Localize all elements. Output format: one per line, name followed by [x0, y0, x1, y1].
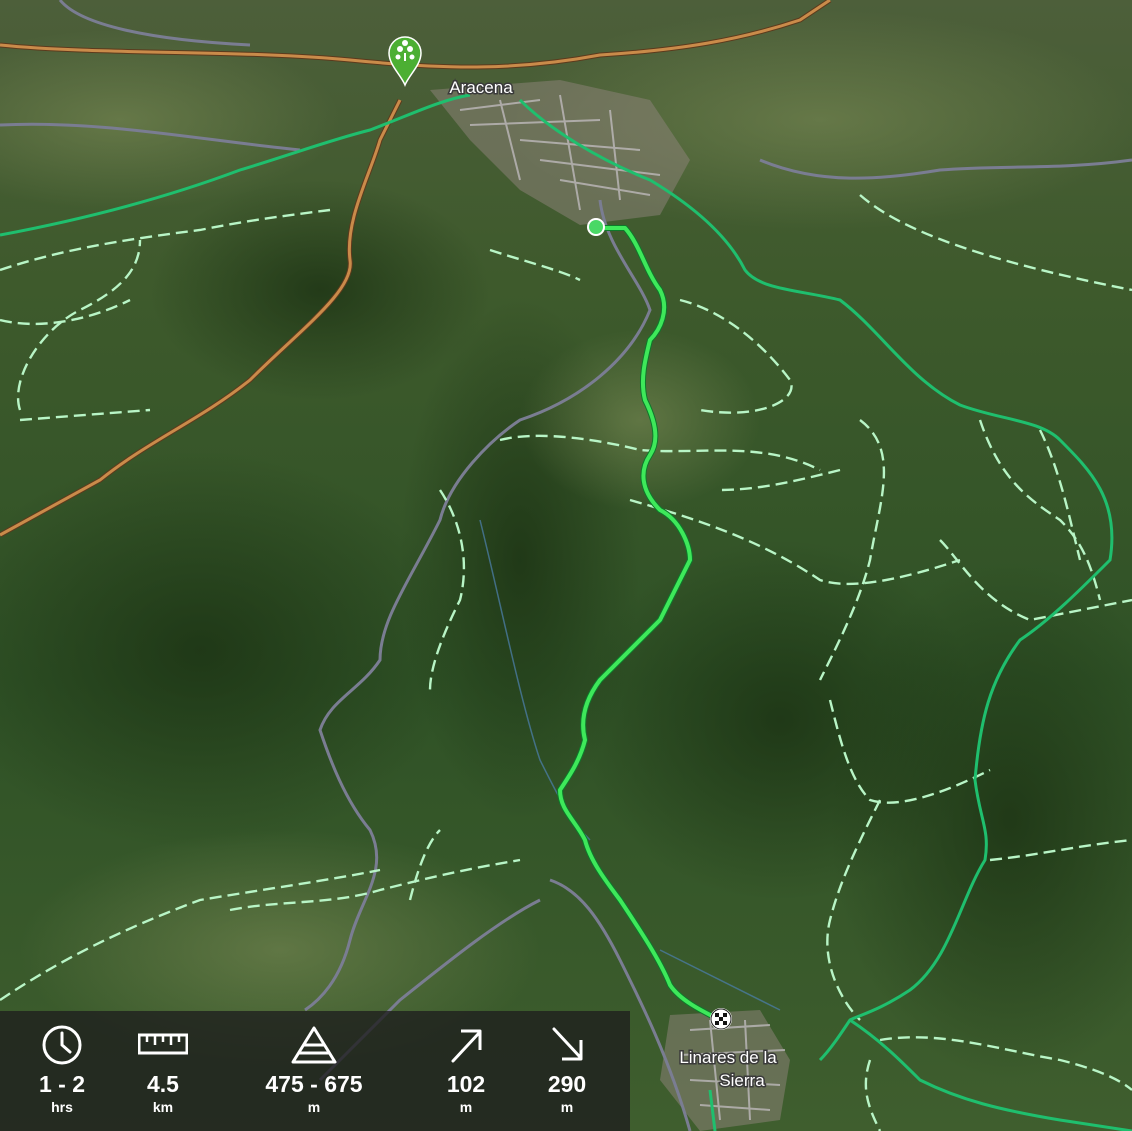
duration-unit: hrs: [51, 1099, 73, 1115]
arrow-up-right-icon: [451, 1029, 482, 1063]
ruler-icon: [138, 1033, 188, 1055]
stat-distance: 4.5 km: [115, 1011, 211, 1131]
place-label-linares-2: Sierra: [719, 1071, 765, 1090]
place-label-aracena: Aracena: [449, 78, 513, 97]
stat-elevation: 475 - 675 m: [244, 1011, 384, 1131]
ascent-value: 102: [446, 1071, 486, 1097]
stat-descent: 290 m: [519, 1011, 615, 1131]
map-view[interactable]: Aracena Linares de la Sierra: [0, 0, 1132, 1131]
ascent-unit: m: [459, 1099, 473, 1115]
descent-value: 290: [547, 1071, 587, 1097]
terrain-shadow: [150, 180, 490, 400]
stat-duration: 1 - 2 hrs: [14, 1011, 110, 1131]
distance-value: 4.5: [147, 1071, 179, 1097]
descent-unit: m: [560, 1099, 574, 1115]
duration-value: 1 - 2: [38, 1071, 86, 1097]
stat-ascent: 102 m: [418, 1011, 514, 1131]
route-stats-panel: 1 - 2 hrs 4.5 km 475 - 675 m 102 m 290 m: [0, 1011, 630, 1131]
terrain-light: [520, 330, 760, 510]
clock-icon: [42, 1025, 82, 1065]
arrow-down-right-icon: [552, 1027, 583, 1061]
elevation-value: 475 - 675: [265, 1071, 363, 1097]
distance-unit: km: [152, 1099, 174, 1115]
route-start-dot-inner: [589, 220, 603, 234]
elevation-unit: m: [307, 1099, 321, 1115]
mountain-icon: [291, 1026, 337, 1064]
place-label-linares: Linares de la: [679, 1048, 777, 1067]
checkered-flag-icon[interactable]: [710, 1008, 732, 1030]
